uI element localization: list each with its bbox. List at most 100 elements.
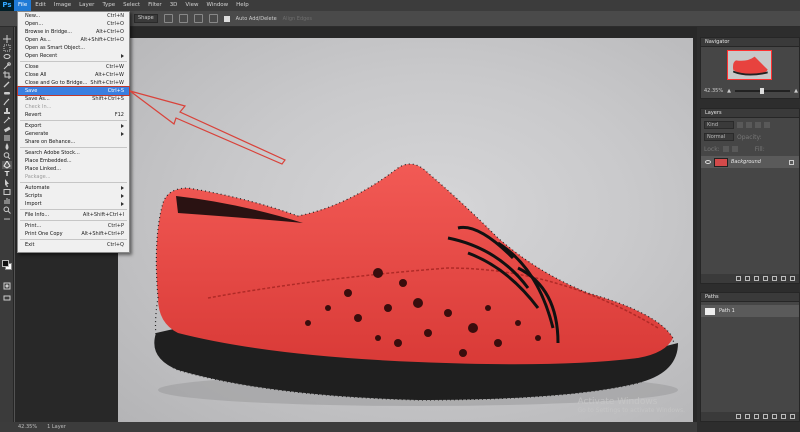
menu-select[interactable]: Select bbox=[119, 0, 144, 11]
path-row[interactable]: Path 1 bbox=[701, 305, 799, 317]
file-menu-generate[interactable]: Generate bbox=[18, 130, 129, 138]
hand-tool-icon[interactable] bbox=[2, 197, 12, 205]
shape-button[interactable]: Shape bbox=[134, 14, 158, 23]
zoom-tool-icon[interactable] bbox=[2, 206, 12, 214]
new-path-icon[interactable] bbox=[781, 414, 786, 419]
layer-row-background[interactable]: Background bbox=[701, 156, 799, 168]
path-alignment-icon[interactable] bbox=[178, 14, 188, 23]
crop-tool-icon[interactable] bbox=[2, 71, 12, 79]
file-menu-open-recent[interactable]: Open Recent bbox=[18, 52, 129, 60]
zoom-in-icon[interactable]: ▲ bbox=[794, 88, 798, 94]
foreground-color-swatch[interactable] bbox=[2, 260, 9, 267]
file-menu-search-adobe-stock[interactable]: Search Adobe Stock... bbox=[18, 149, 129, 157]
adjustment-layer-icon[interactable] bbox=[763, 276, 768, 281]
filter-pixel-icon[interactable] bbox=[737, 122, 743, 128]
stroke-path-icon[interactable] bbox=[745, 414, 750, 419]
add-mask-icon[interactable] bbox=[754, 276, 759, 281]
file-menu-revert[interactable]: Revert F12 bbox=[18, 111, 129, 119]
link-layers-icon[interactable] bbox=[736, 276, 741, 281]
file-menu-close-and-go-to-bridge[interactable]: Close and Go to Bridge... Shift+Ctrl+W bbox=[18, 79, 129, 87]
file-menu-exit[interactable]: Exit Ctrl+Q bbox=[18, 241, 129, 249]
file-menu-place-embedded[interactable]: Place Embedded... bbox=[18, 157, 129, 165]
menu-edit[interactable]: Edit bbox=[31, 0, 50, 11]
eye-icon[interactable] bbox=[705, 160, 711, 164]
navigator-thumbnail[interactable] bbox=[727, 50, 772, 80]
quick-select-tool-icon[interactable] bbox=[2, 62, 12, 70]
path-operations-icon[interactable] bbox=[163, 14, 173, 23]
file-menu-save[interactable]: Save Ctrl+S bbox=[17, 86, 130, 96]
file-menu-close-all[interactable]: Close All Alt+Ctrl+W bbox=[18, 71, 129, 79]
type-tool-icon[interactable]: T bbox=[2, 170, 12, 178]
navigator-panel-title[interactable]: Navigator bbox=[701, 38, 799, 47]
make-work-path-icon[interactable] bbox=[763, 414, 768, 419]
auto-add-delete-checkbox[interactable] bbox=[223, 15, 230, 22]
rectangle-tool-icon[interactable] bbox=[2, 188, 12, 196]
trash-icon[interactable] bbox=[790, 414, 795, 419]
path-arrangement-icon[interactable] bbox=[193, 14, 203, 23]
history-brush-tool-icon[interactable] bbox=[2, 116, 12, 124]
pen-tool-icon[interactable] bbox=[2, 161, 12, 169]
menu-layer[interactable]: Layer bbox=[75, 0, 98, 11]
menu-filter[interactable]: Filter bbox=[144, 0, 166, 11]
gradient-tool-icon[interactable] bbox=[2, 134, 12, 142]
file-menu-save-as[interactable]: Save As... Shift+Ctrl+S bbox=[18, 95, 129, 103]
paths-panel-title[interactable]: Paths bbox=[701, 293, 799, 302]
file-menu-automate[interactable]: Automate bbox=[18, 184, 129, 192]
shoe-photo[interactable]: Activate Windows Go to Settings to activ… bbox=[118, 38, 693, 422]
marquee-tool-icon[interactable] bbox=[2, 44, 12, 52]
move-tool-icon[interactable] bbox=[2, 35, 12, 43]
clone-stamp-tool-icon[interactable] bbox=[2, 107, 12, 115]
menu-3d[interactable]: 3D bbox=[166, 0, 182, 11]
filter-adjust-icon[interactable] bbox=[746, 122, 752, 128]
eyedropper-tool-icon[interactable] bbox=[2, 80, 12, 88]
lock-position-icon[interactable] bbox=[731, 146, 738, 152]
zoom-out-icon[interactable]: ▲ bbox=[727, 88, 731, 94]
blur-tool-icon[interactable] bbox=[2, 143, 12, 151]
filter-shape-icon[interactable] bbox=[764, 122, 770, 128]
file-menu-close[interactable]: Close Ctrl+W bbox=[18, 63, 129, 71]
fx-icon[interactable] bbox=[745, 276, 750, 281]
file-menu-file-info[interactable]: File Info... Alt+Shift+Ctrl+I bbox=[18, 211, 129, 219]
quick-mask-icon[interactable] bbox=[2, 282, 12, 290]
file-menu-print-one-copy[interactable]: Print One Copy Alt+Shift+Ctrl+P bbox=[18, 230, 129, 238]
trash-icon[interactable] bbox=[790, 276, 795, 281]
path-selection-tool-icon[interactable] bbox=[2, 179, 12, 187]
lock-pixels-icon[interactable] bbox=[722, 146, 729, 152]
menu-file[interactable]: File bbox=[14, 0, 32, 11]
menu-view[interactable]: View bbox=[181, 0, 202, 11]
screen-mode-icon[interactable] bbox=[2, 294, 12, 302]
file-menu-browse-in-bridge[interactable]: Browse in Bridge... Alt+Ctrl+O bbox=[18, 28, 129, 36]
status-zoom[interactable]: 42.35% bbox=[18, 424, 37, 430]
fill-path-icon[interactable] bbox=[736, 414, 741, 419]
new-layer-icon[interactable] bbox=[781, 276, 786, 281]
filter-type-icon[interactable] bbox=[755, 122, 761, 128]
navigator-zoom-knob[interactable] bbox=[759, 88, 764, 94]
file-menu-scripts[interactable]: Scripts bbox=[18, 192, 129, 200]
layer-filter-kind[interactable]: Kind bbox=[704, 121, 734, 129]
file-menu-place-linked[interactable]: Place Linked... bbox=[18, 165, 129, 173]
gear-icon[interactable] bbox=[208, 14, 218, 23]
eraser-tool-icon[interactable] bbox=[2, 125, 12, 133]
menu-image[interactable]: Image bbox=[50, 0, 75, 11]
menu-window[interactable]: Window bbox=[202, 0, 232, 11]
add-mask-icon[interactable] bbox=[772, 414, 777, 419]
file-menu-open[interactable]: Open... Ctrl+O bbox=[18, 20, 129, 28]
file-menu-import[interactable]: Import bbox=[18, 200, 129, 208]
menu-help[interactable]: Help bbox=[232, 0, 253, 11]
load-selection-icon[interactable] bbox=[754, 414, 759, 419]
layers-panel-title[interactable]: Layers bbox=[701, 109, 799, 118]
file-menu-new[interactable]: New... Ctrl+N bbox=[18, 12, 129, 20]
more-tools-icon[interactable] bbox=[2, 215, 12, 223]
menu-type[interactable]: Type bbox=[98, 0, 119, 11]
file-menu-print[interactable]: Print... Ctrl+P bbox=[18, 222, 129, 230]
lasso-tool-icon[interactable] bbox=[2, 53, 12, 61]
brush-tool-icon[interactable] bbox=[2, 98, 12, 106]
healing-brush-tool-icon[interactable] bbox=[2, 89, 12, 97]
navigator-zoom-value[interactable]: 42.35% bbox=[704, 88, 723, 94]
file-menu-open-as[interactable]: Open As... Alt+Shift+Ctrl+O bbox=[18, 36, 129, 44]
dodge-tool-icon[interactable] bbox=[2, 152, 12, 160]
new-group-icon[interactable] bbox=[772, 276, 777, 281]
navigator-zoom-slider[interactable] bbox=[734, 88, 791, 94]
blend-mode-select[interactable]: Normal bbox=[704, 133, 734, 141]
file-menu-open-as-smart-object[interactable]: Open as Smart Object... bbox=[18, 44, 129, 52]
